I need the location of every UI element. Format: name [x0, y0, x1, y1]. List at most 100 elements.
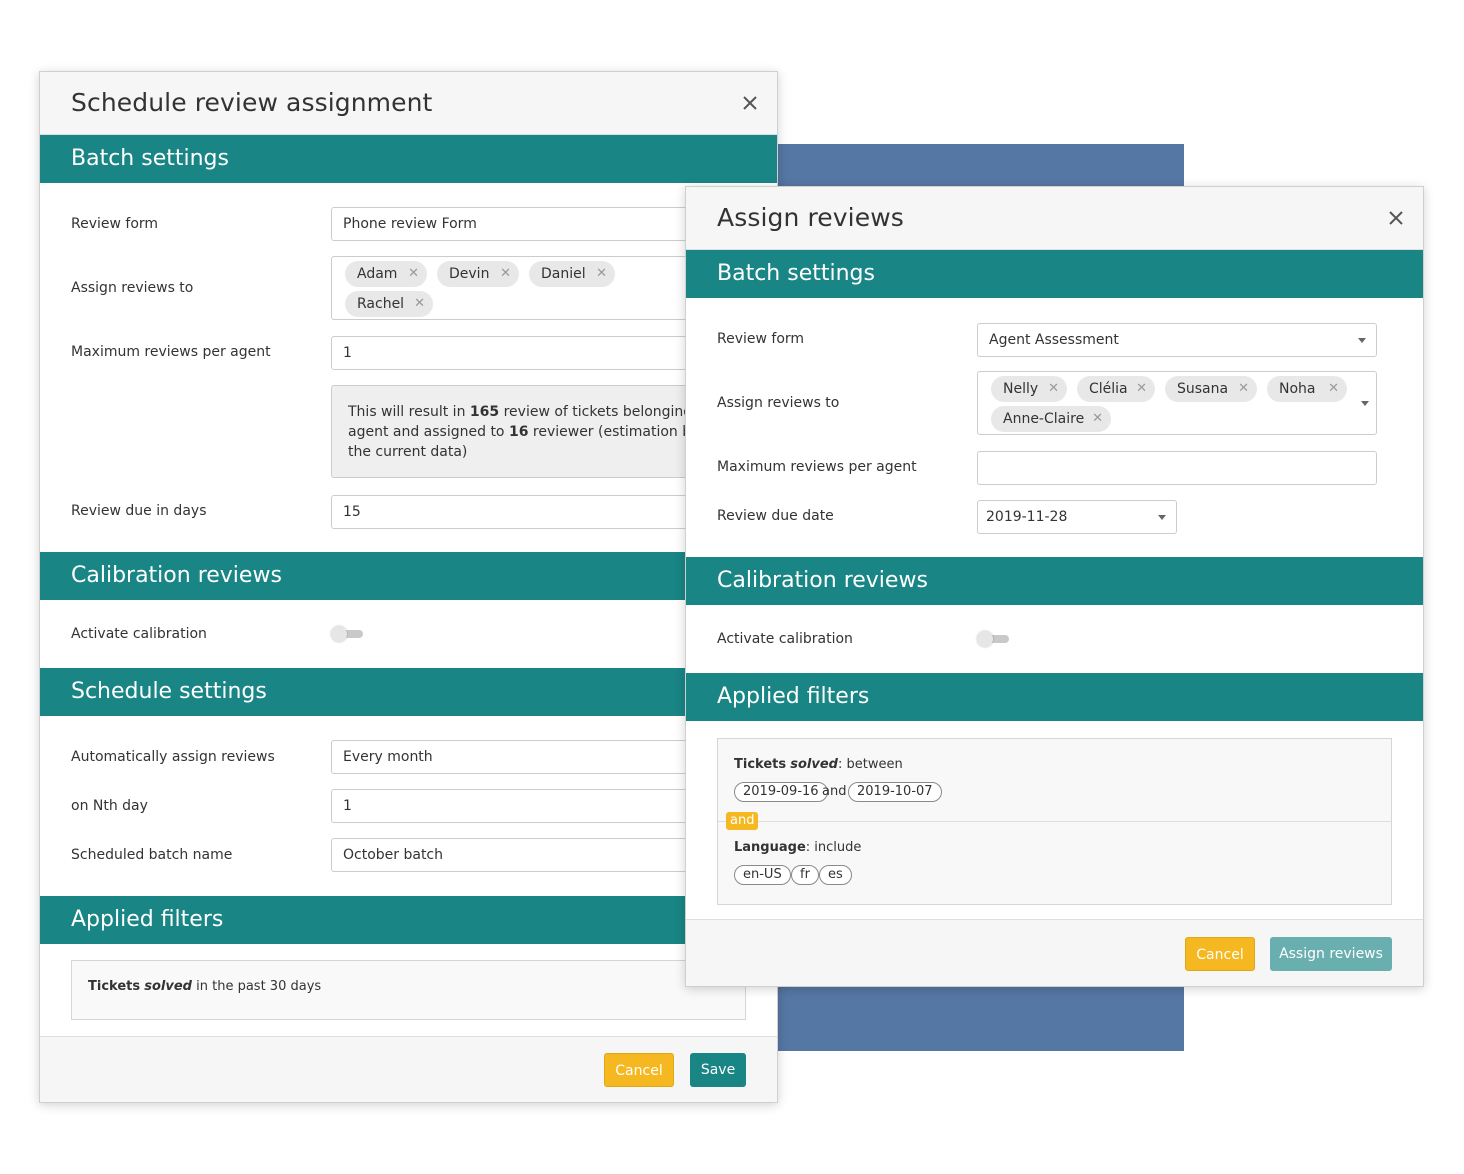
toggle-knob	[331, 626, 347, 642]
section-schedule-settings: Schedule settings	[40, 668, 777, 716]
max-reviews-label: Maximum reviews per agent	[717, 459, 917, 475]
filter-condition: : between	[837, 757, 903, 772]
auto-assign-label: Automatically assign reviews	[71, 749, 275, 765]
assignee-name: Nelly	[1003, 381, 1039, 397]
language-pill: es	[819, 865, 852, 885]
remove-tag-icon[interactable]: ✕	[1136, 376, 1147, 402]
section-batch-settings: Batch settings	[686, 250, 1423, 298]
close-icon[interactable]	[1385, 207, 1407, 229]
filter-field: Tickets	[734, 757, 787, 772]
filter-tickets: Tickets solved: between	[734, 757, 903, 772]
max-reviews-input[interactable]	[977, 451, 1377, 485]
language-pill: en-US	[734, 865, 791, 885]
filter-field: Language	[734, 840, 806, 855]
filter-divider	[718, 821, 1391, 822]
activate-calibration-label: Activate calibration	[717, 631, 853, 647]
review-form-label: Review form	[71, 216, 159, 232]
language-pill: fr	[791, 865, 819, 885]
filter-operator: solved	[144, 979, 192, 994]
remove-tag-icon[interactable]: ✕	[1048, 376, 1059, 402]
selected-value: 2019-11-28	[986, 509, 1068, 525]
remove-tag-icon[interactable]: ✕	[1238, 376, 1249, 402]
remove-tag-icon[interactable]: ✕	[596, 261, 607, 287]
filter-tickets: Tickets solved in the past 30 days	[88, 979, 321, 994]
cancel-button[interactable]: Cancel	[604, 1053, 674, 1087]
chevron-down-icon	[1158, 515, 1166, 520]
filter-value: in the past 30 days	[196, 979, 322, 994]
cancel-button[interactable]: Cancel	[1185, 937, 1255, 971]
assignee-multiselect[interactable]: Nelly ✕ Clélia ✕ Susana ✕ Noha ✕ Anne-Claire…	[977, 371, 1377, 435]
assignee-tag: Daniel ✕	[529, 261, 615, 287]
review-due-label: Review due in days	[71, 503, 207, 519]
assignee-name: Devin	[449, 266, 490, 282]
remove-tag-icon[interactable]: ✕	[414, 291, 425, 317]
filter-operator: solved	[790, 757, 838, 772]
and-badge: and	[726, 812, 759, 830]
batch-name-label: Scheduled batch name	[71, 847, 233, 863]
remove-tag-icon[interactable]: ✕	[408, 261, 419, 287]
section-heading: Batch settings	[71, 146, 229, 171]
assignee-name: Adam	[357, 266, 398, 282]
nth-day-label: on Nth day	[71, 798, 148, 814]
review-form-label: Review form	[717, 331, 805, 347]
activate-calibration-label: Activate calibration	[71, 626, 207, 642]
info-text: This will result in	[348, 404, 470, 420]
section-calibration: Calibration reviews	[40, 552, 777, 600]
modal-footer: Cancel Save	[40, 1036, 777, 1102]
save-button[interactable]: Save	[690, 1053, 746, 1087]
filter-field: Tickets	[88, 979, 141, 994]
section-heading: Calibration reviews	[71, 563, 282, 588]
filters-box: Tickets solved: between 2019-09-16 and 2…	[717, 738, 1392, 905]
remove-tag-icon[interactable]: ✕	[1328, 376, 1339, 402]
reviews-count: 165	[469, 404, 500, 420]
assignee-tag: Devin ✕	[437, 261, 519, 287]
filter-language: Language: include	[734, 840, 861, 855]
assignee-tag: Clélia ✕	[1077, 376, 1155, 402]
assign-reviews-modal: Assign reviews Batch settings Review for…	[685, 186, 1424, 987]
section-applied-filters: Applied filters	[686, 673, 1423, 721]
section-calibration: Calibration reviews	[686, 557, 1423, 605]
section-applied-filters: Applied filters	[40, 896, 777, 944]
chevron-down-icon	[1358, 338, 1366, 343]
assignee-name: Susana	[1177, 381, 1229, 397]
assign-reviews-label: Assign reviews to	[71, 280, 194, 296]
review-due-date-label: Review due date	[717, 508, 834, 524]
close-icon[interactable]	[739, 92, 761, 114]
modal-header: Assign reviews	[686, 187, 1423, 250]
remove-tag-icon[interactable]: ✕	[1092, 406, 1103, 432]
chevron-down-icon	[1361, 401, 1369, 406]
info-text: agent and assigned to	[348, 424, 509, 440]
modal-title: Schedule review assignment	[71, 88, 433, 117]
review-due-date-select[interactable]: 2019-11-28	[977, 500, 1177, 534]
selected-value: Agent Assessment	[989, 332, 1119, 348]
section-heading: Schedule settings	[71, 679, 267, 704]
assignee-tag: Susana ✕	[1165, 376, 1257, 402]
toggle-knob	[977, 631, 993, 647]
assignee-tag: Noha ✕	[1267, 376, 1347, 402]
modal-header: Schedule review assignment	[40, 72, 777, 135]
section-heading: Calibration reviews	[717, 568, 928, 593]
assignee-name: Rachel	[357, 296, 405, 312]
assignee-tag: Anne-Claire ✕	[991, 406, 1111, 432]
and-text: and	[822, 784, 847, 799]
remove-tag-icon[interactable]: ✕	[500, 261, 511, 287]
assignee-tag: Nelly ✕	[991, 376, 1067, 402]
assignee-name: Clélia	[1089, 381, 1128, 397]
reviewer-count: 16	[508, 424, 529, 440]
section-heading: Applied filters	[717, 684, 870, 709]
modal-footer: Cancel Assign reviews	[686, 919, 1423, 986]
calibration-toggle[interactable]	[331, 626, 363, 642]
date-to-pill: 2019-10-07	[848, 782, 942, 802]
review-form-select[interactable]: Agent Assessment	[977, 323, 1377, 357]
calibration-toggle[interactable]	[977, 631, 1009, 647]
info-text: the current data)	[348, 444, 468, 460]
assignee-name: Daniel	[541, 266, 586, 282]
section-heading: Applied filters	[71, 907, 224, 932]
assignee-tag: Adam ✕	[345, 261, 427, 287]
filter-condition: : include	[805, 840, 862, 855]
max-reviews-label: Maximum reviews per agent	[71, 344, 271, 360]
assign-reviews-button[interactable]: Assign reviews	[1270, 937, 1392, 971]
modal-title: Assign reviews	[717, 203, 904, 232]
section-heading: Batch settings	[717, 261, 875, 286]
schedule-review-modal: Schedule review assignment Batch setting…	[39, 71, 778, 1103]
